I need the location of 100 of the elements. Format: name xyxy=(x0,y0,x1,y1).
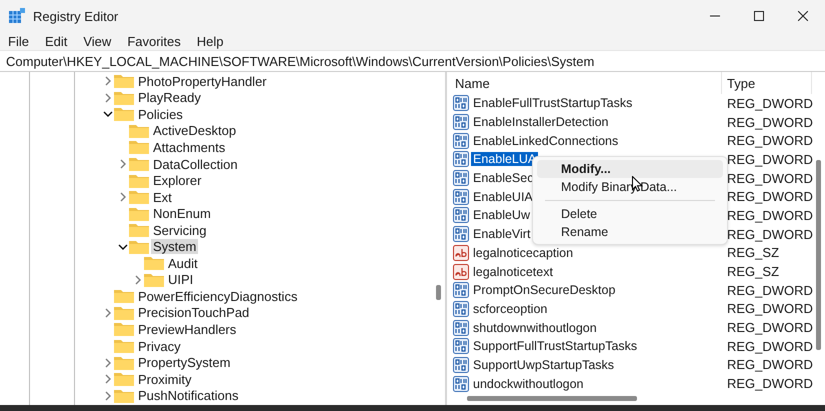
address-bar[interactable]: Computer\HKEY_LOCAL_MACHINE\SOFTWARE\Microsoft\Windows\CurrentVersion\Policies\System xyxy=(0,50,825,72)
window-title: Registry Editor xyxy=(33,8,118,24)
binary-value-icon xyxy=(453,376,469,392)
chevron-right-icon[interactable] xyxy=(103,76,113,86)
context-menu-item[interactable]: Modify... xyxy=(537,160,723,178)
value-type: REG_DWORD xyxy=(726,320,813,336)
folder-icon xyxy=(129,157,149,171)
tree-item[interactable]: UIPI xyxy=(166,272,196,288)
binary-value-icon xyxy=(453,207,469,224)
chevron-right-icon[interactable] xyxy=(103,92,113,103)
value-type: REG_DWORD xyxy=(726,189,813,204)
menu-item[interactable]: File xyxy=(2,34,35,48)
value-type: REG_DWORD xyxy=(726,301,813,316)
tree-item[interactable]: PlayReady xyxy=(136,90,203,106)
value-name[interactable]: undockwithoutlogon xyxy=(471,376,586,391)
value-name[interactable]: SupportFullTrustStartupTasks xyxy=(471,339,640,354)
binary-value-icon xyxy=(453,114,469,130)
chevron-right-icon[interactable] xyxy=(103,358,113,368)
value-type: REG_DWORD xyxy=(726,133,813,148)
binary-value-icon xyxy=(453,132,469,149)
value-name[interactable]: EnableUw xyxy=(471,208,532,222)
folder-icon xyxy=(144,272,164,287)
folder-icon xyxy=(129,206,149,221)
value-name[interactable]: EnableUIA xyxy=(471,190,535,204)
folder-icon xyxy=(114,107,134,122)
binary-value-icon xyxy=(453,188,469,205)
close-icon[interactable] xyxy=(798,11,808,21)
tree-item[interactable]: ActiveDesktop xyxy=(151,123,238,138)
value-type: REG_DWORD xyxy=(726,152,813,167)
value-type: REG_SZ xyxy=(726,245,780,260)
chevron-right-icon[interactable] xyxy=(103,374,113,384)
folder-icon xyxy=(114,90,134,105)
value-name[interactable]: scforceoption xyxy=(471,302,550,316)
folder-icon xyxy=(114,339,134,354)
column-header[interactable]: Type xyxy=(722,72,812,94)
tree-item[interactable]: PropertySystem xyxy=(136,355,232,370)
binary-value-icon xyxy=(453,226,469,242)
folder-icon xyxy=(114,306,134,320)
tree-item[interactable]: Servicing xyxy=(151,222,208,238)
tree-item[interactable]: Policies xyxy=(136,106,185,122)
value-type: REG_DWORD xyxy=(726,357,813,372)
binary-value-icon xyxy=(453,356,469,373)
binary-value-icon xyxy=(453,300,469,317)
folder-icon xyxy=(114,356,134,370)
tree-item[interactable]: PrecisionTouchPad xyxy=(136,305,252,320)
menu-item[interactable]: Favorites xyxy=(121,34,187,48)
tree-item[interactable]: Audit xyxy=(166,256,200,271)
value-name[interactable]: EnableFullTrustStartupTasks xyxy=(471,96,634,110)
chevron-right-icon[interactable] xyxy=(118,192,128,202)
binary-value-icon xyxy=(453,282,469,298)
chevron-down-icon[interactable] xyxy=(103,109,113,120)
tree-item[interactable]: PowerEfficiencyDiagnostics xyxy=(136,288,300,304)
value-name[interactable]: EnableVirt xyxy=(471,227,532,242)
tree-item[interactable]: Explorer xyxy=(151,173,204,188)
value-type: REG_DWORD xyxy=(726,96,813,111)
tree-item[interactable]: PhotoPropertyHandler xyxy=(136,74,269,89)
string-value-icon xyxy=(453,264,469,280)
menu-item[interactable]: Help xyxy=(190,34,230,48)
tree-item[interactable]: NonEnum xyxy=(151,206,213,222)
folder-icon xyxy=(129,240,149,254)
folder-icon xyxy=(129,140,149,154)
binary-value-icon xyxy=(453,170,469,186)
value-name[interactable]: SupportUwpStartupTasks xyxy=(471,358,616,372)
maximize-icon[interactable] xyxy=(754,11,764,21)
tree-item[interactable]: System xyxy=(151,239,198,254)
menu-item[interactable]: View xyxy=(77,34,118,48)
folder-icon xyxy=(114,322,134,336)
string-value-icon xyxy=(453,244,469,261)
tree-item[interactable]: Attachments xyxy=(151,140,228,155)
tree-item[interactable]: PushNotifications xyxy=(136,388,240,404)
value-name[interactable]: EnableSec xyxy=(471,171,536,186)
folder-icon xyxy=(129,190,149,204)
tree-item[interactable]: Proximity xyxy=(136,372,194,387)
value-name[interactable]: legalnoticetext xyxy=(471,264,555,279)
value-name[interactable]: shutdownwithoutlogon xyxy=(471,320,599,335)
menu-item[interactable]: Edit xyxy=(38,34,74,48)
value-name[interactable]: legalnoticecaption xyxy=(471,246,576,260)
folder-icon xyxy=(114,289,134,304)
tree-item[interactable]: Privacy xyxy=(136,338,183,354)
context-menu-item[interactable]: Delete xyxy=(537,205,723,223)
context-menu-item[interactable]: Rename xyxy=(537,223,723,241)
tree-item[interactable]: PreviewHandlers xyxy=(136,322,238,337)
folder-icon xyxy=(129,124,149,138)
column-header[interactable]: Name xyxy=(447,72,722,94)
value-name[interactable]: PromptOnSecureDesktop xyxy=(471,283,618,298)
chevron-right-icon[interactable] xyxy=(103,390,113,401)
chevron-right-icon[interactable] xyxy=(118,159,128,169)
folder-icon xyxy=(129,223,149,238)
value-name[interactable]: EnableLinkedConnections xyxy=(471,134,620,148)
folder-icon xyxy=(114,74,134,88)
tree-item[interactable]: Ext xyxy=(151,190,174,205)
binary-value-icon xyxy=(453,95,469,112)
chevron-right-icon[interactable] xyxy=(103,308,113,318)
value-type: REG_DWORD xyxy=(726,282,813,298)
value-name[interactable]: EnableInstallerDetection xyxy=(471,115,610,130)
tree-item[interactable]: DataCollection xyxy=(151,156,240,172)
value-type: REG_DWORD xyxy=(726,376,813,392)
registry-cubes-icon xyxy=(9,8,25,24)
chevron-down-icon[interactable] xyxy=(118,242,128,252)
chevron-right-icon[interactable] xyxy=(133,274,143,285)
